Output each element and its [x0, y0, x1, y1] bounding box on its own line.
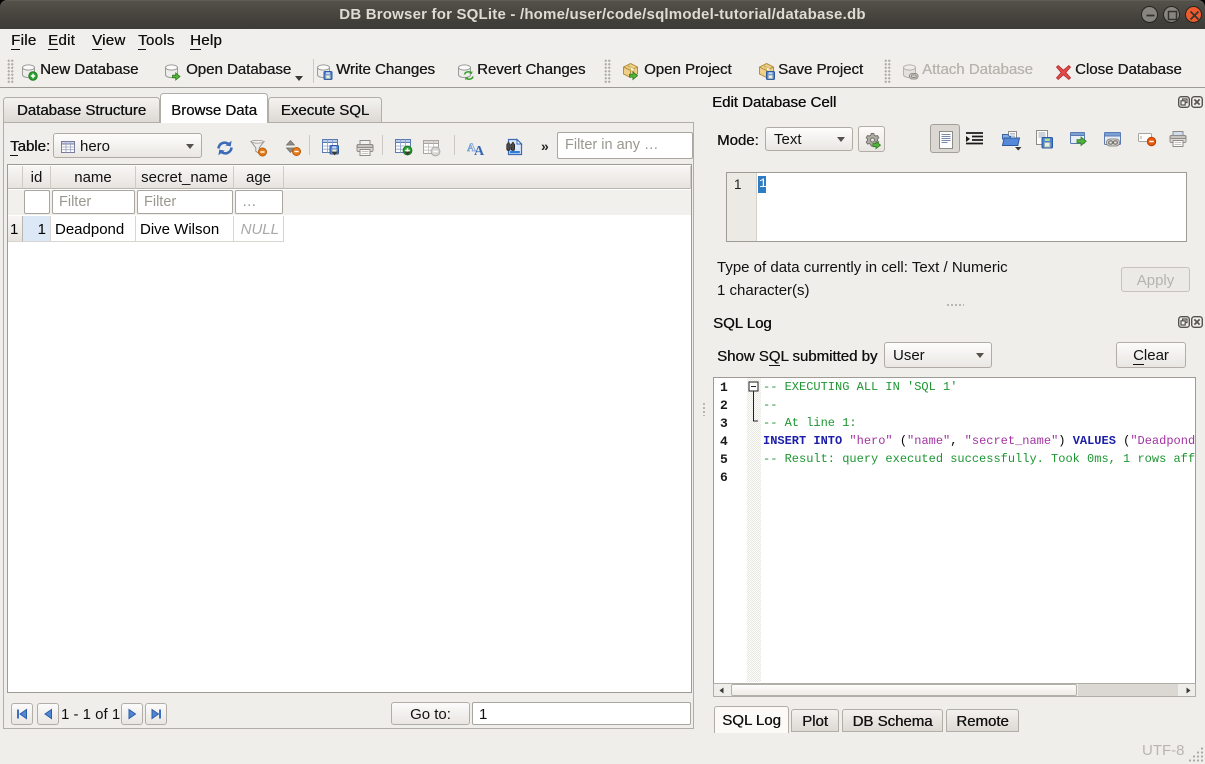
svg-text:A: A	[474, 144, 485, 156]
